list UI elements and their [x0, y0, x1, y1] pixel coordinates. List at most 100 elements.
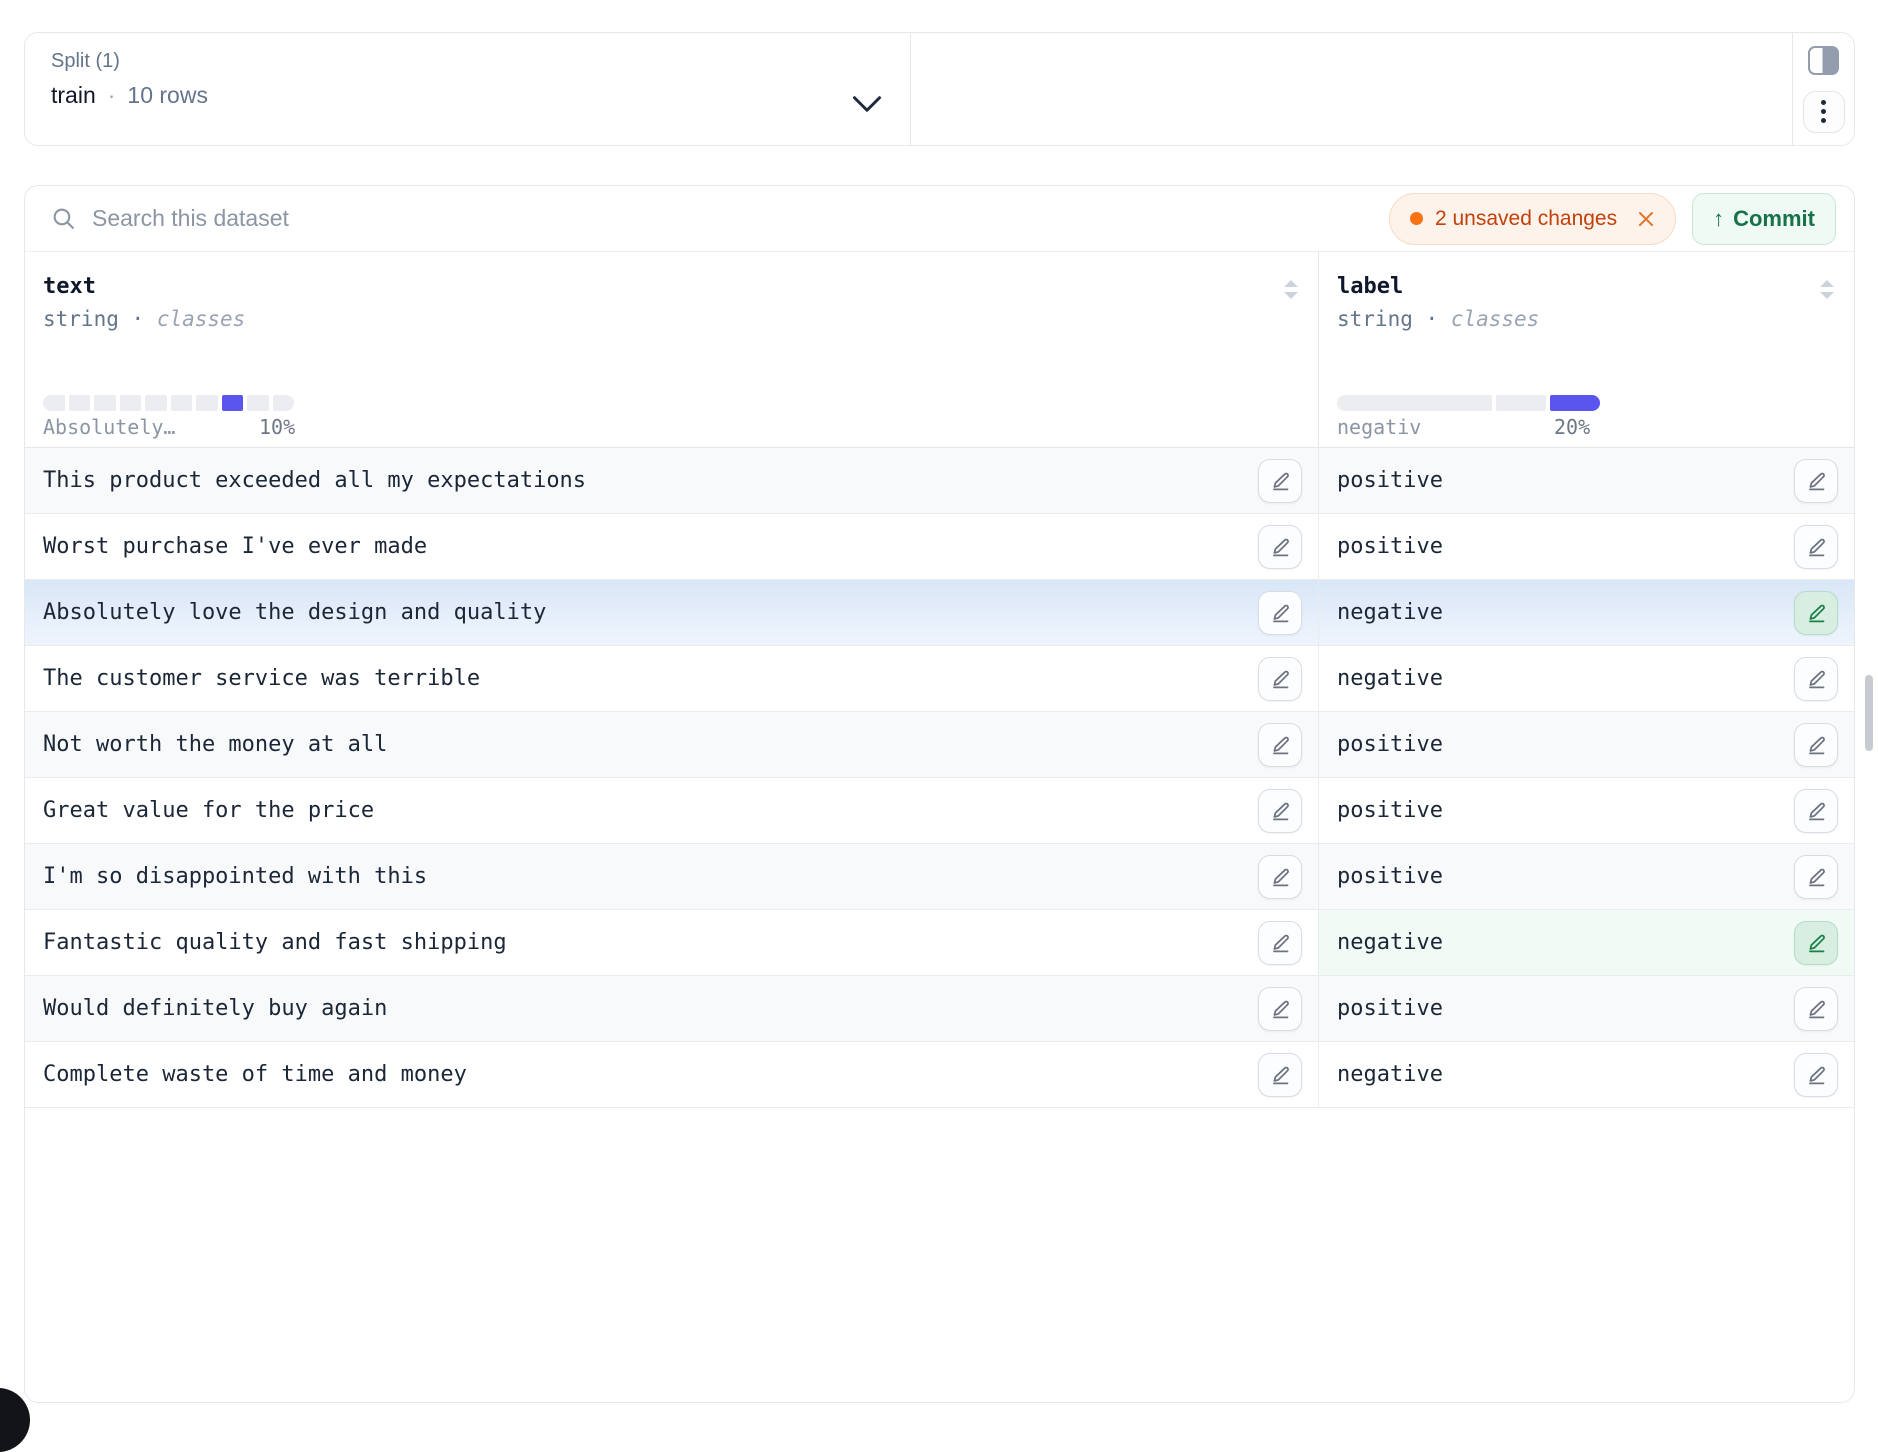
text-value: Great value for the price	[43, 798, 374, 823]
edit-label-button[interactable]	[1794, 789, 1838, 833]
text-cell[interactable]: Great value for the price	[25, 778, 1319, 843]
table-row: Great value for the price positive	[25, 778, 1854, 844]
label-value: negative	[1337, 666, 1443, 691]
text-value: Fantastic quality and fast shipping	[43, 930, 507, 955]
label-cell[interactable]: positive	[1319, 778, 1854, 843]
sort-icon[interactable]	[1282, 278, 1300, 302]
dismiss-changes-icon[interactable]	[1637, 210, 1655, 228]
table-row: Not worth the money at all positive	[25, 712, 1854, 778]
text-cell[interactable]: Absolutely love the design and quality	[25, 580, 1319, 645]
split-row-count: 10 rows	[127, 82, 208, 109]
edit-label-button[interactable]	[1794, 987, 1838, 1031]
text-value: Would definitely buy again	[43, 996, 387, 1021]
edit-text-button[interactable]	[1258, 987, 1302, 1031]
pencil-icon	[1270, 735, 1291, 756]
text-cell[interactable]: This product exceeded all my expectation…	[25, 448, 1319, 513]
edit-label-button[interactable]	[1794, 591, 1838, 635]
pencil-icon	[1270, 999, 1291, 1020]
text-cell[interactable]: Would definitely buy again	[25, 976, 1319, 1041]
edit-text-button[interactable]	[1258, 1053, 1302, 1097]
vertical-scrollbar[interactable]	[1865, 675, 1873, 751]
label-cell[interactable]: positive	[1319, 712, 1854, 777]
pencil-icon	[1806, 537, 1827, 558]
edit-text-button[interactable]	[1258, 855, 1302, 899]
label-cell[interactable]: positive	[1319, 514, 1854, 579]
column-type: string · classes	[43, 307, 1298, 331]
table-row: Complete waste of time and money negativ…	[25, 1042, 1854, 1108]
table-row: The customer service was terrible negati…	[25, 646, 1854, 712]
histogram-segment	[1496, 395, 1546, 411]
split-value: train	[51, 82, 96, 109]
sort-icon[interactable]	[1818, 278, 1836, 302]
histogram-segment	[145, 395, 167, 411]
chevron-down-icon	[852, 95, 882, 113]
edit-text-button[interactable]	[1258, 459, 1302, 503]
edit-label-button[interactable]	[1794, 459, 1838, 503]
column-header-text[interactable]: text string · classes Absolutely… 10%	[25, 252, 1319, 447]
edit-text-button[interactable]	[1258, 921, 1302, 965]
pencil-icon	[1270, 933, 1291, 954]
split-selector[interactable]: Split (1) train · 10 rows	[25, 33, 911, 145]
text-cell[interactable]: Worst purchase I've ever made	[25, 514, 1319, 579]
label-cell[interactable]: negative	[1319, 910, 1854, 975]
edit-text-button[interactable]	[1258, 723, 1302, 767]
edit-text-button[interactable]	[1258, 591, 1302, 635]
text-value: Complete waste of time and money	[43, 1062, 467, 1087]
text-value: Absolutely love the design and quality	[43, 600, 546, 625]
edit-label-button[interactable]	[1794, 657, 1838, 701]
corner-artifact	[0, 1388, 30, 1452]
table-row: This product exceeded all my expectation…	[25, 448, 1854, 514]
edit-label-button[interactable]	[1794, 855, 1838, 899]
edit-text-button[interactable]	[1258, 789, 1302, 833]
histogram-segment	[222, 395, 244, 411]
pencil-icon	[1806, 933, 1827, 954]
histogram-segment	[1550, 395, 1600, 411]
edit-text-button[interactable]	[1258, 657, 1302, 701]
edit-label-button[interactable]	[1794, 525, 1838, 569]
pencil-icon	[1270, 669, 1291, 690]
text-value: I'm so disappointed with this	[43, 864, 427, 889]
histogram-segment	[69, 395, 91, 411]
label-cell[interactable]: negative	[1319, 1042, 1854, 1107]
label-cell[interactable]: positive	[1319, 976, 1854, 1041]
edit-label-button[interactable]	[1794, 1053, 1838, 1097]
label-cell[interactable]: positive	[1319, 448, 1854, 513]
panel-toggle-icon[interactable]	[1808, 46, 1839, 75]
more-options-button[interactable]	[1803, 91, 1845, 133]
text-value: This product exceeded all my expectation…	[43, 468, 586, 493]
table-row: Absolutely love the design and quality n…	[25, 580, 1854, 646]
split-selector-bar: Split (1) train · 10 rows	[24, 32, 1855, 146]
class-histogram	[43, 395, 294, 411]
split-label: Split (1)	[51, 50, 882, 73]
label-cell[interactable]: positive	[1319, 844, 1854, 909]
unsaved-changes-label: 2 unsaved changes	[1435, 207, 1617, 231]
column-header-label[interactable]: label string · classes negativ 20%	[1319, 252, 1854, 447]
text-cell[interactable]: The customer service was terrible	[25, 646, 1319, 711]
pencil-icon	[1806, 801, 1827, 822]
edit-label-button[interactable]	[1794, 921, 1838, 965]
histogram-segment	[171, 395, 193, 411]
histogram-segment	[94, 395, 116, 411]
label-cell[interactable]: negative	[1319, 646, 1854, 711]
pencil-icon	[1806, 669, 1827, 690]
text-cell[interactable]: Not worth the money at all	[25, 712, 1319, 777]
search-input[interactable]	[92, 205, 1373, 232]
pencil-icon	[1806, 1065, 1827, 1086]
text-cell[interactable]: Fantastic quality and fast shipping	[25, 910, 1319, 975]
label-cell[interactable]: negative	[1319, 580, 1854, 645]
pencil-icon	[1270, 537, 1291, 558]
commit-label: Commit	[1733, 206, 1815, 232]
label-value: positive	[1337, 468, 1443, 493]
commit-button[interactable]: ↑ Commit	[1692, 193, 1836, 245]
edit-text-button[interactable]	[1258, 525, 1302, 569]
text-cell[interactable]: Complete waste of time and money	[25, 1042, 1319, 1107]
label-value: positive	[1337, 798, 1443, 823]
column-type: string · classes	[1337, 307, 1834, 331]
pencil-icon	[1806, 735, 1827, 756]
text-cell[interactable]: I'm so disappointed with this	[25, 844, 1319, 909]
histogram-segment	[1337, 395, 1492, 411]
table-row: Worst purchase I've ever made positive	[25, 514, 1854, 580]
text-value: Not worth the money at all	[43, 732, 387, 757]
topbar-actions	[1792, 33, 1854, 145]
edit-label-button[interactable]	[1794, 723, 1838, 767]
